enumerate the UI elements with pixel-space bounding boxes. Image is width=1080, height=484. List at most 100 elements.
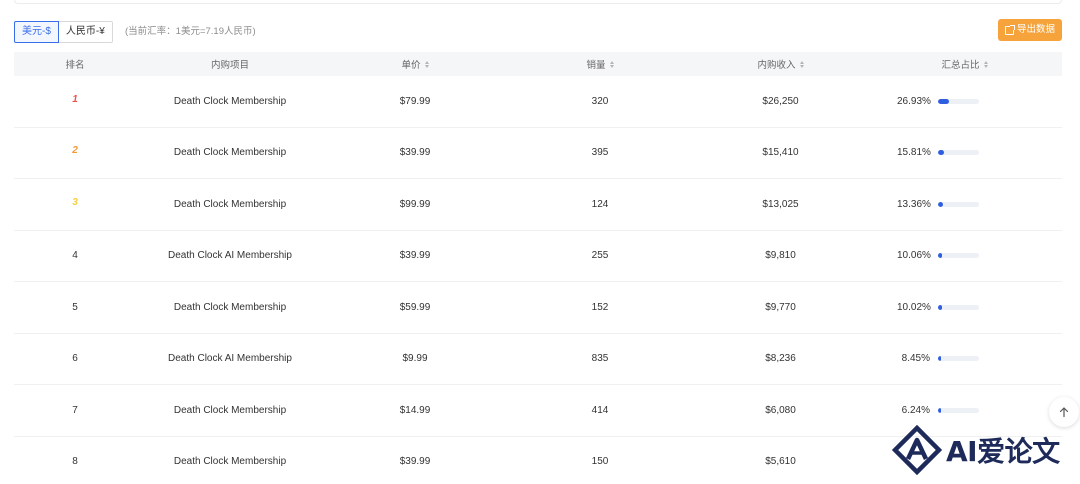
arrow-up-icon (1059, 407, 1069, 418)
table-row: 4 Death Clock AI Membership $39.99 255 $9,81… (14, 231, 1062, 282)
share-bar-track (938, 201, 979, 207)
export-data-label: 导出数据 (1016, 24, 1055, 35)
cell-qty: 414 (591, 404, 609, 416)
share-bar-track (938, 98, 979, 104)
previous-card-edge (14, 0, 1062, 4)
sort-caret-icon[interactable] (424, 60, 429, 68)
cell-price: $79.99 (399, 95, 431, 107)
table-row: 3 Death Clock Membership $99.99 124 $13,025 1… (14, 179, 1062, 231)
cell-revenue: $5,610 (765, 456, 796, 468)
cell-item: Death Clock AI Membership (168, 250, 292, 262)
share-bar-fill (938, 304, 943, 310)
cell-item: Death Clock Membership (173, 456, 287, 468)
cell-revenue: $8,236 (765, 353, 796, 365)
share-bar-track (938, 150, 979, 156)
cell-rank: 3 (14, 196, 136, 210)
rank-medal-icon: 3 (72, 196, 78, 208)
sort-caret-icon[interactable] (799, 60, 804, 68)
share-bar-fill (938, 407, 941, 413)
table-header: 排名 内购项目 单价 销量 内购收入 汇总占比 (14, 52, 1062, 76)
cell-rank: 7 (14, 405, 136, 416)
currency-cny-button[interactable]: 人民币-¥ (58, 21, 113, 43)
cell-item: Death Clock Membership (173, 198, 287, 210)
share-bar-track (938, 304, 979, 310)
cell-share: 15.81% (867, 147, 1062, 158)
cell-revenue: $15,410 (762, 147, 799, 159)
sort-caret-icon[interactable] (609, 60, 614, 68)
back-to-top-button[interactable] (1049, 397, 1079, 427)
cell-qty: 152 (591, 301, 609, 313)
cell-price: $14.99 (399, 404, 431, 416)
share-percent: 10.02% (897, 301, 931, 313)
cell-qty: 124 (591, 198, 609, 210)
cell-item: Death Clock Membership (173, 404, 287, 416)
share-percent: 13.36% (897, 198, 931, 210)
column-header-qty[interactable]: 销量 (506, 57, 694, 71)
cell-price: $9.99 (402, 353, 428, 365)
rank-number: 8 (72, 456, 78, 468)
cell-price: $39.99 (399, 250, 431, 262)
rank-number: 7 (72, 404, 78, 416)
table-row: 2 Death Clock Membership $39.99 395 $15,410 1… (14, 128, 1062, 179)
currency-usd-button[interactable]: 美元-$ (14, 21, 59, 43)
toolbar: 美元-$ 人民币-¥ (当前汇率：1美元=7.19人民币) 导出数据 (14, 19, 1062, 43)
cell-item: Death Clock AI Membership (168, 353, 292, 365)
share-bar-fill (938, 253, 943, 259)
iap-ranking-table: 排名 内购项目 单价 销量 内购收入 汇总占比 1 Death Clock Mem… (14, 52, 1062, 484)
share-percent: 6.24% (901, 404, 930, 416)
currency-toggle: 美元-$ 人民币-¥ (14, 21, 113, 43)
cell-share: 13.36% (867, 199, 1062, 210)
share-bar-fill (938, 98, 950, 104)
cell-rank: 4 (14, 250, 136, 261)
sort-caret-icon[interactable] (983, 60, 988, 68)
cell-price: $39.99 (399, 147, 431, 159)
cell-share: 26.93% (867, 96, 1062, 107)
cell-revenue: $9,770 (765, 301, 796, 313)
cell-share: 10.02% (867, 302, 1062, 313)
column-header-revenue[interactable]: 内购收入 (694, 57, 867, 71)
cell-qty: 255 (591, 250, 609, 262)
cell-qty: 395 (591, 147, 609, 159)
table-body: 1 Death Clock Membership $79.99 320 $26,250 2… (14, 76, 1062, 484)
rank-medal-icon: 2 (72, 145, 78, 157)
cell-share: 10.06% (867, 250, 1062, 261)
share-percent: 26.93% (897, 95, 931, 107)
column-header-share[interactable]: 汇总占比 (867, 57, 1062, 71)
export-data-button[interactable]: 导出数据 (997, 19, 1062, 41)
cell-revenue: $9,810 (765, 250, 796, 262)
column-header-price[interactable]: 单价 (324, 57, 506, 71)
cell-share: 6.24% (867, 405, 1062, 416)
cell-share: 8.45% (867, 353, 1062, 364)
table-row: 5 Death Clock Membership $59.99 152 $9,770 10… (14, 282, 1062, 334)
cell-rank: 8 (14, 456, 136, 467)
share-bar-fill (938, 356, 942, 362)
share-percent: 15.81% (897, 147, 931, 159)
exchange-rate-note: (当前汇率：1美元=7.19人民币) (125, 26, 256, 37)
cell-revenue: $6,080 (765, 404, 796, 416)
cell-price: $39.99 (399, 456, 431, 468)
external-link-icon (1004, 24, 1015, 35)
share-bar-fill (938, 201, 944, 207)
cell-price: $59.99 (399, 301, 431, 313)
share-bar-track (938, 407, 979, 413)
rank-number: 4 (72, 250, 78, 262)
cell-qty: 320 (591, 95, 609, 107)
watermark-text: AI爱论文 (946, 435, 1060, 468)
cell-rank: 2 (14, 145, 136, 158)
cell-revenue: $26,250 (762, 95, 799, 107)
rank-medal-icon: 1 (72, 93, 78, 105)
ai-logo-icon (892, 425, 942, 475)
share-percent: 10.06% (897, 250, 931, 262)
share-percent: 8.45% (901, 353, 930, 365)
rank-number: 5 (72, 301, 78, 313)
column-header-item: 内购项目 (210, 60, 249, 71)
table-row: 1 Death Clock Membership $79.99 320 $26,250 2… (14, 76, 1062, 128)
rank-number: 6 (72, 353, 78, 365)
cell-qty: 150 (591, 456, 609, 468)
cell-rank: 5 (14, 302, 136, 313)
cell-item: Death Clock Membership (173, 147, 287, 159)
table-row: 6 Death Clock AI Membership $9.99 835 $8,236… (14, 334, 1062, 385)
watermark: AI爱论文 (892, 424, 1068, 476)
cell-rank: 1 (14, 93, 136, 107)
cell-price: $99.99 (399, 198, 431, 210)
